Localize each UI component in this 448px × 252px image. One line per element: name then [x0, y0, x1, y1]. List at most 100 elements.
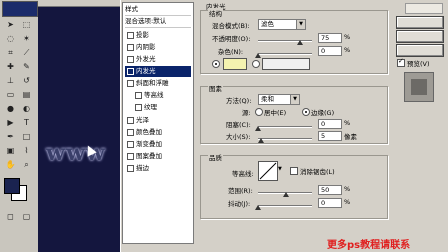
- size-slider-thumb[interactable]: [258, 138, 264, 143]
- gradient-preview[interactable]: [262, 58, 310, 70]
- style-checkbox[interactable]: [127, 31, 134, 39]
- style-item-stroke[interactable]: 描边: [125, 163, 191, 174]
- chevron-down-icon: ▼: [290, 95, 299, 104]
- noise-slider-thumb[interactable]: [255, 53, 261, 58]
- marquee-tool-icon[interactable]: ⬚: [20, 20, 33, 30]
- style-checkbox[interactable]: [127, 116, 134, 124]
- blending-options-item[interactable]: 混合选项:默认: [125, 16, 191, 28]
- choke-slider[interactable]: [258, 126, 312, 128]
- style-checkbox[interactable]: [127, 55, 134, 63]
- gradient-radio[interactable]: [252, 60, 260, 68]
- source-edge-radio[interactable]: [302, 108, 310, 116]
- jitter-input[interactable]: 0: [318, 198, 342, 208]
- style-item-label: 投影: [136, 31, 149, 39]
- opacity-slider[interactable]: [258, 40, 312, 42]
- document-canvas[interactable]: [38, 0, 120, 252]
- foreground-color-swatch[interactable]: [4, 178, 20, 194]
- styles-header[interactable]: 样式: [125, 4, 191, 16]
- eyedropper-icon[interactable]: ⌇: [20, 146, 33, 156]
- blend-mode-select[interactable]: 滤色 ▼: [258, 19, 306, 30]
- style-checkbox[interactable]: [127, 79, 134, 87]
- style-item-texture[interactable]: 纹理: [133, 102, 191, 113]
- style-checkbox[interactable]: [127, 128, 134, 136]
- style-checkbox[interactable]: [127, 67, 134, 75]
- antialias-checkbox[interactable]: [290, 167, 298, 175]
- cancel-button[interactable]: [396, 30, 444, 43]
- jitter-slider[interactable]: [258, 205, 312, 207]
- stamp-tool-icon[interactable]: ⊥: [4, 76, 17, 86]
- quality-title: 品质: [208, 152, 223, 162]
- style-item-inner-glow[interactable]: 内发光: [125, 66, 191, 77]
- new-style-button[interactable]: [396, 44, 444, 57]
- move-tool-icon[interactable]: ➤: [4, 20, 17, 30]
- style-checkbox[interactable]: [127, 164, 134, 172]
- solid-color-radio[interactable]: [212, 60, 220, 68]
- brand-logo: [405, 3, 443, 14]
- slice-tool-icon[interactable]: ⟋: [20, 48, 33, 58]
- gradient-tool-icon[interactable]: ▤: [20, 90, 33, 100]
- style-item-label: 斜面和浮雕: [136, 79, 169, 87]
- screen-mode-icon[interactable]: ▢: [20, 212, 33, 222]
- contour-label: 等高线:: [232, 170, 254, 178]
- path-select-icon[interactable]: ▶: [4, 118, 17, 128]
- noise-input[interactable]: 0: [318, 46, 342, 56]
- crop-tool-icon[interactable]: ⌗: [4, 48, 17, 58]
- notes-tool-icon[interactable]: ▣: [4, 146, 17, 156]
- contour-dropdown-icon[interactable]: ▼: [278, 166, 282, 172]
- style-item-satin[interactable]: 光泽: [125, 115, 191, 126]
- contour-picker[interactable]: [258, 161, 278, 181]
- zoom-tool-icon[interactable]: ⌕: [20, 160, 33, 170]
- blur-tool-icon[interactable]: ●: [4, 104, 17, 114]
- style-checkbox[interactable]: [135, 91, 142, 99]
- size-slider[interactable]: [258, 138, 312, 140]
- style-item-outer-glow[interactable]: 外发光: [125, 54, 191, 65]
- style-checkbox[interactable]: [127, 43, 134, 51]
- source-center-radio[interactable]: [255, 108, 263, 116]
- preview-checkbox[interactable]: ✓: [397, 57, 405, 67]
- size-input[interactable]: 5: [318, 131, 342, 141]
- jitter-slider-thumb[interactable]: [255, 205, 261, 210]
- style-item-label: 颜色叠加: [136, 128, 162, 136]
- blending-options-label: 混合选项:默认: [125, 17, 167, 25]
- style-item-gradient-overlay[interactable]: 渐变叠加: [125, 139, 191, 150]
- dodge-tool-icon[interactable]: ◐: [20, 104, 33, 114]
- opacity-label: 不透明度(O):: [212, 35, 251, 43]
- choke-slider-thumb[interactable]: [255, 126, 261, 131]
- healing-brush-icon[interactable]: ✚: [4, 62, 17, 72]
- style-checkbox[interactable]: [127, 140, 134, 148]
- hand-tool-icon[interactable]: ✋: [4, 160, 17, 170]
- choke-input[interactable]: 0: [318, 119, 342, 129]
- lasso-tool-icon[interactable]: ◌: [4, 34, 17, 44]
- shape-tool-icon[interactable]: □: [20, 132, 33, 142]
- noise-slider[interactable]: [258, 53, 312, 55]
- eraser-tool-icon[interactable]: ▭: [4, 90, 17, 100]
- style-item-drop-shadow[interactable]: 投影: [125, 30, 191, 41]
- brush-tool-icon[interactable]: ✎: [20, 62, 33, 72]
- type-tool-icon[interactable]: T: [20, 118, 33, 128]
- style-item-color-overlay[interactable]: 颜色叠加: [125, 127, 191, 138]
- style-item-pattern-overlay[interactable]: 图案叠加: [125, 151, 191, 162]
- style-item-inner-shadow[interactable]: 内阴影: [125, 42, 191, 53]
- glow-color-swatch[interactable]: [223, 58, 247, 70]
- pen-tool-icon[interactable]: ✒: [4, 132, 17, 142]
- range-input[interactable]: 50: [318, 185, 342, 195]
- antialias-label: 消除锯齿(L): [300, 168, 335, 176]
- magic-wand-icon[interactable]: ✶: [20, 34, 33, 44]
- source-edge-label: 边缘(G): [311, 109, 335, 117]
- history-brush-icon[interactable]: ↺: [20, 76, 33, 86]
- blend-mode-value: 滤色: [261, 20, 274, 28]
- style-item-bevel-emboss[interactable]: 斜面和浮雕: [125, 78, 191, 89]
- quick-mask-icon[interactable]: ◻: [4, 212, 17, 222]
- range-slider-thumb[interactable]: [283, 192, 289, 197]
- source-center-label: 居中(E): [264, 109, 287, 117]
- contour-curve-icon: [259, 162, 277, 180]
- style-item-label: 描边: [136, 164, 149, 172]
- style-checkbox[interactable]: [135, 103, 142, 111]
- style-checkbox[interactable]: [127, 152, 134, 160]
- style-item-contour[interactable]: 等高线: [133, 90, 191, 101]
- opacity-slider-thumb[interactable]: [297, 40, 303, 45]
- ok-button[interactable]: [396, 16, 444, 29]
- method-select[interactable]: 柔和 ▼: [258, 94, 300, 105]
- chevron-down-icon: ▼: [296, 20, 305, 29]
- opacity-input[interactable]: 75: [318, 33, 342, 43]
